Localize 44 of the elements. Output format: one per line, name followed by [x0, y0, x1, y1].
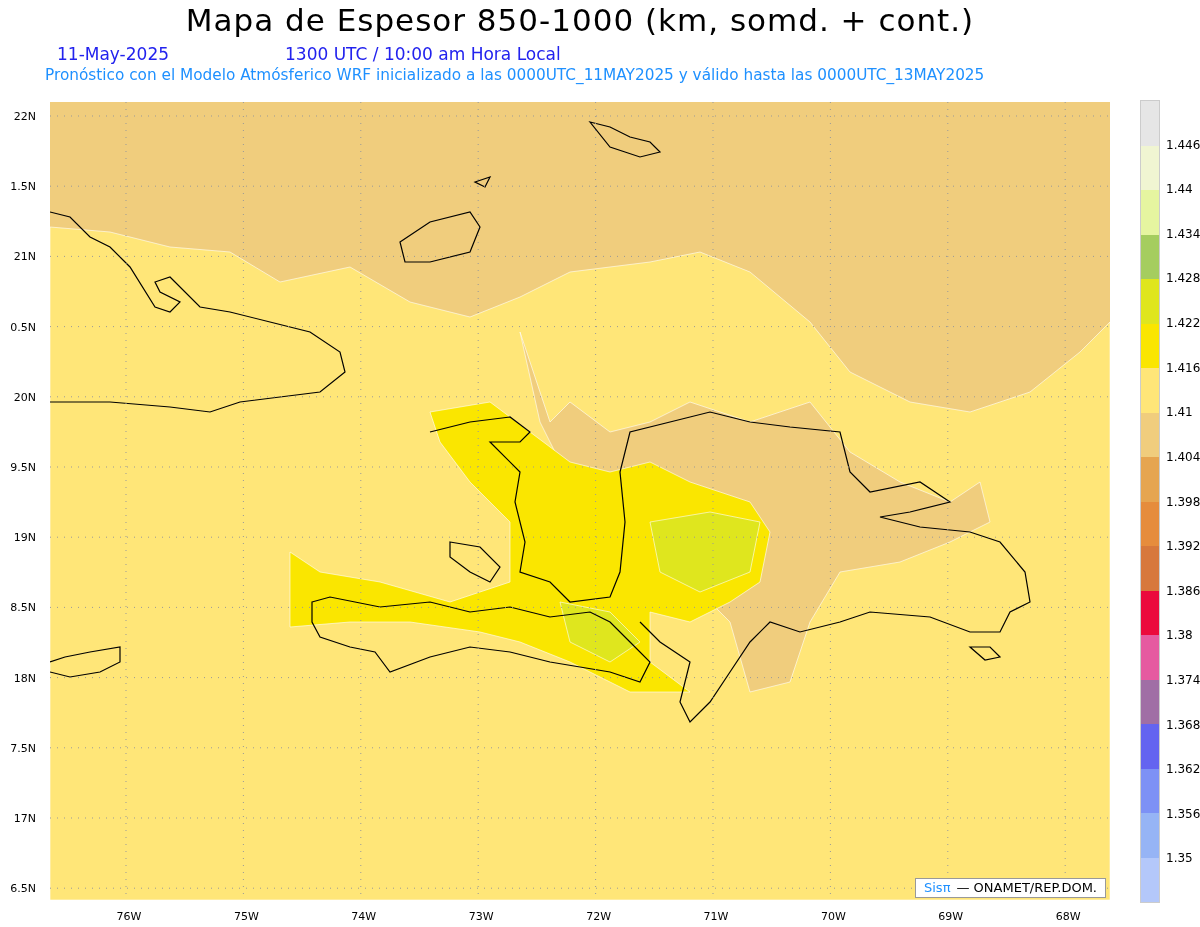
map-title: Mapa de Espesor 850-1000 (km, somd. + cont.): [184, 2, 976, 38]
longitude-label: 71W: [703, 910, 729, 923]
longitude-label: 76W: [116, 910, 142, 923]
longitude-label: 72W: [586, 910, 612, 923]
latitude-label: 7.5N: [10, 741, 36, 755]
colorbar-label: 1.446: [1166, 137, 1200, 152]
latitude-label: 22N: [13, 109, 36, 123]
colorbar-label: 1.422: [1166, 316, 1200, 331]
logo-text: Sisπ: [924, 880, 951, 895]
colorbar-label: 1.398: [1166, 494, 1200, 509]
colorbar-label: 1.41: [1166, 405, 1193, 420]
latitude-label: 1.5N: [10, 179, 36, 193]
latitude-label: 18N: [13, 671, 36, 685]
colorbar-label: 1.392: [1166, 539, 1200, 554]
latitude-label: 17N: [13, 811, 36, 825]
colorbar-label: 1.362: [1166, 762, 1200, 777]
colorbar-label: 1.434: [1166, 226, 1200, 241]
latitude-label: 20N: [13, 390, 36, 404]
colorbar-label: 1.404: [1166, 449, 1200, 464]
colorbar-label: 1.416: [1166, 360, 1200, 375]
longitude-label: 74W: [351, 910, 377, 923]
colorbar-label: 1.35: [1166, 851, 1193, 866]
latitude-label: 8.5N: [10, 600, 36, 614]
longitude-label: 68W: [1055, 910, 1081, 923]
longitude-label: 73W: [468, 910, 494, 923]
longitude-label: 75W: [233, 910, 259, 923]
latitude-label: 0.5N: [10, 320, 36, 334]
latitude-label: 19N: [13, 530, 36, 544]
forecast-time: 1300 UTC / 10:00 am Hora Local: [285, 44, 561, 64]
colorbar-label: 1.374: [1166, 672, 1200, 687]
latitude-label: 9.5N: [10, 460, 36, 474]
colorbar-label: 1.386: [1166, 583, 1200, 598]
longitude-label: 70W: [820, 910, 846, 923]
colorbar-label: 1.428: [1166, 271, 1200, 286]
colorbar-label: 1.356: [1166, 806, 1200, 821]
credit-text: — ONAMET/REP.DOM.: [956, 880, 1097, 895]
model-subtitle: Pronóstico con el Modelo Atmósferico WRF inicializado a las 0000UTC_11MAY2025 y válido hasta las 0000UTC_13MAY2025: [45, 66, 985, 84]
colorbar-label: 1.368: [1166, 717, 1200, 732]
latitude-label: 6.5N: [10, 881, 36, 895]
colorbar-label: 1.38: [1166, 628, 1193, 643]
forecast-date: 11-May-2025: [57, 44, 169, 64]
colorbar-label: 1.44: [1166, 182, 1193, 197]
longitude-label: 69W: [938, 910, 964, 923]
latitude-label: 21N: [13, 249, 36, 263]
